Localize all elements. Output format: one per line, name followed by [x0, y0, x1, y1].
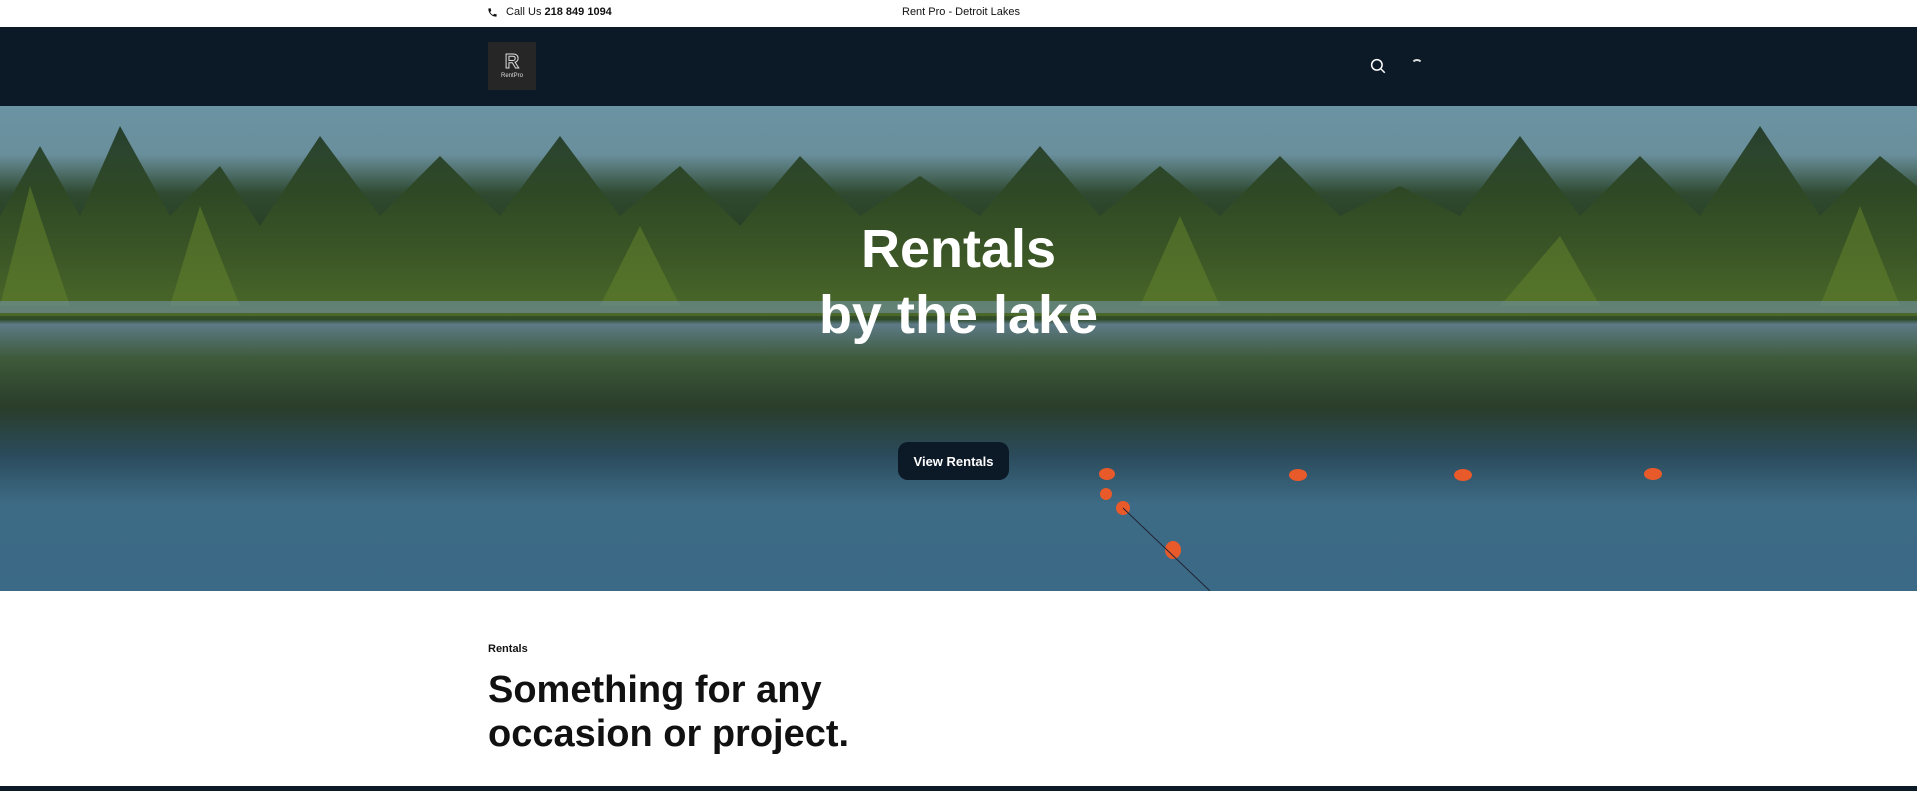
main-nav: R RentPro	[0, 27, 1917, 106]
call-label: Call Us	[506, 6, 542, 18]
logo[interactable]: R RentPro	[488, 42, 536, 90]
section-title: Something for any occasion or project.	[488, 668, 849, 756]
logo-text: RentPro	[500, 73, 523, 79]
call-us[interactable]: Call Us 218 849 1094	[487, 6, 612, 18]
hero-title: Rentals by the lake	[0, 216, 1917, 348]
hero-title-line1: Rentals	[860, 219, 1057, 279]
top-bar: Call Us 218 849 1094 Rent Pro - Detroit …	[0, 0, 1917, 27]
lake-forest-image	[0, 126, 1917, 591]
phone-icon	[488, 7, 497, 17]
view-rentals-button[interactable]: View Rentals	[898, 442, 1009, 480]
phone-number: 218 849 1094	[544, 6, 612, 18]
loading-spinner-icon	[1411, 59, 1423, 71]
hero-title-line2: by the lake	[818, 285, 1099, 345]
dark-band	[0, 786, 1917, 791]
section-title-line2: occasion or project.	[488, 713, 850, 755]
section-label: Rentals	[488, 643, 528, 655]
brand-location: Rent Pro - Detroit Lakes	[902, 6, 1020, 18]
search-icon[interactable]	[1369, 57, 1387, 75]
section-title-line1: Something for any	[488, 669, 822, 711]
hero-banner: Rentals by the lake View Rentals	[0, 106, 1917, 591]
logo-letter: R	[504, 51, 520, 73]
